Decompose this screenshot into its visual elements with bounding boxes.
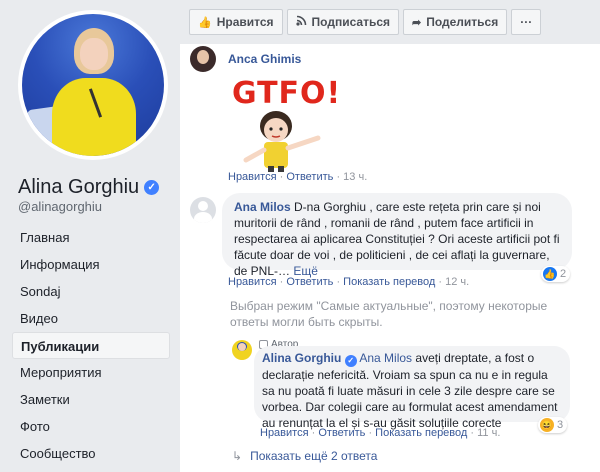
profile-sidebar: Alina Gorghiu ✓ @alinagorghiu Главная Ин… [0, 0, 180, 472]
follow-button[interactable]: Подписаться [286, 9, 399, 35]
more-options-button[interactable]: ··· [511, 9, 542, 35]
sticker-text: GTFO! [232, 76, 342, 111]
commenter-avatar[interactable] [190, 197, 216, 223]
nav-item-home[interactable]: Главная [12, 224, 170, 251]
thumbs-up-icon: 👍 [198, 16, 212, 29]
nav-item-about[interactable]: Информация [12, 251, 170, 278]
reply-bubble: Alina Gorghiu ✓ Ana Milos aveți dreptate… [254, 346, 570, 430]
follow-label: Подписаться [311, 15, 390, 29]
reply-actions: Нравится · Ответить · Показать перевод ·… [260, 427, 501, 439]
reply-link[interactable]: Ответить [286, 276, 333, 288]
reply-arrow-icon: ↳ [232, 449, 243, 463]
comment-bubble: Ana Milos D-na Gorghiu , care este rețet… [222, 193, 572, 278]
nav-item-sondaj[interactable]: Sondaj [12, 278, 170, 305]
share-label: Поделиться [426, 15, 499, 29]
comment-author[interactable]: Ana Milos [234, 200, 291, 214]
commenter-avatar[interactable] [190, 46, 216, 72]
like-reaction-icon: 👍 [543, 267, 557, 281]
reply-link[interactable]: Ответить [318, 427, 365, 439]
reply-link[interactable]: Ответить [286, 171, 333, 183]
profile-avatar[interactable] [18, 10, 168, 160]
profile-handle[interactable]: @alinagorghiu [18, 199, 102, 214]
show-more-replies-label[interactable]: Показать ещё 2 ответа [250, 449, 377, 463]
verified-icon: ✓ [344, 355, 357, 367]
nav-item-events[interactable]: Мероприятия [12, 359, 170, 386]
sticker-character [243, 111, 321, 172]
like-comment-link[interactable]: Нравится [228, 171, 277, 183]
translate-link[interactable]: Показать перевод [343, 276, 435, 288]
rss-icon [295, 15, 307, 29]
comment-timestamp[interactable]: 13 ч. [343, 171, 367, 183]
more-options-label: ··· [520, 15, 533, 29]
page-nav: Главная Информация Sondaj Видео Публикац… [12, 224, 170, 467]
reply-author[interactable]: Alina Gorghiu [262, 351, 341, 365]
gtfo-sticker: GTFO! [228, 76, 342, 172]
haha-reaction-icon: 😆 [540, 418, 554, 432]
nav-item-posts[interactable]: Публикации [12, 332, 170, 359]
like-reply-link[interactable]: Нравится [260, 427, 309, 439]
page-action-bar: 👍 Нравится Подписаться ➦ Поделиться ··· [180, 0, 600, 44]
like-page-button[interactable]: 👍 Нравится [189, 9, 283, 35]
profile-name[interactable]: Alina Gorghiu ✓ [18, 176, 160, 199]
reply-timestamp[interactable]: 11 ч. [477, 427, 500, 439]
share-arrow-icon: ➦ [412, 16, 422, 29]
reaction-summary[interactable]: 😆 3 [538, 417, 568, 433]
reaction-count: 3 [557, 419, 564, 431]
share-button[interactable]: ➦ Поделиться [403, 9, 508, 35]
nav-item-community[interactable]: Сообщество [12, 440, 170, 467]
nav-item-photos[interactable]: Фото [12, 413, 170, 440]
mention-link[interactable]: Ana Milos [359, 351, 412, 365]
reaction-summary[interactable]: 👍 2 [541, 266, 571, 282]
comment-author[interactable]: Anca Ghimis [228, 52, 301, 66]
profile-photo [22, 14, 164, 156]
filter-notice: Выбран режим "Самые актуальные", поэтому… [230, 299, 548, 329]
like-comment-link[interactable]: Нравится [228, 276, 277, 288]
verified-icon: ✓ [144, 180, 160, 195]
like-page-label: Нравится [216, 15, 274, 29]
main-feed: 👍 Нравится Подписаться ➦ Поделиться ··· … [180, 0, 600, 472]
nav-item-notes[interactable]: Заметки [12, 386, 170, 413]
comment-actions: Нравится · Ответить · Показать перевод ·… [228, 276, 470, 288]
translate-link[interactable]: Показать перевод [375, 427, 467, 439]
show-more-replies[interactable]: ↳ Показать ещё 2 ответа [232, 449, 377, 463]
comment-actions: Нравится · Ответить · 13 ч. [228, 171, 368, 183]
profile-name-text[interactable]: Alina Gorghiu [18, 176, 139, 199]
nav-item-videos[interactable]: Видео [12, 305, 170, 332]
reaction-count: 2 [560, 268, 567, 280]
comment-timestamp[interactable]: 12 ч. [445, 276, 469, 288]
reply-author-avatar[interactable] [232, 340, 252, 360]
